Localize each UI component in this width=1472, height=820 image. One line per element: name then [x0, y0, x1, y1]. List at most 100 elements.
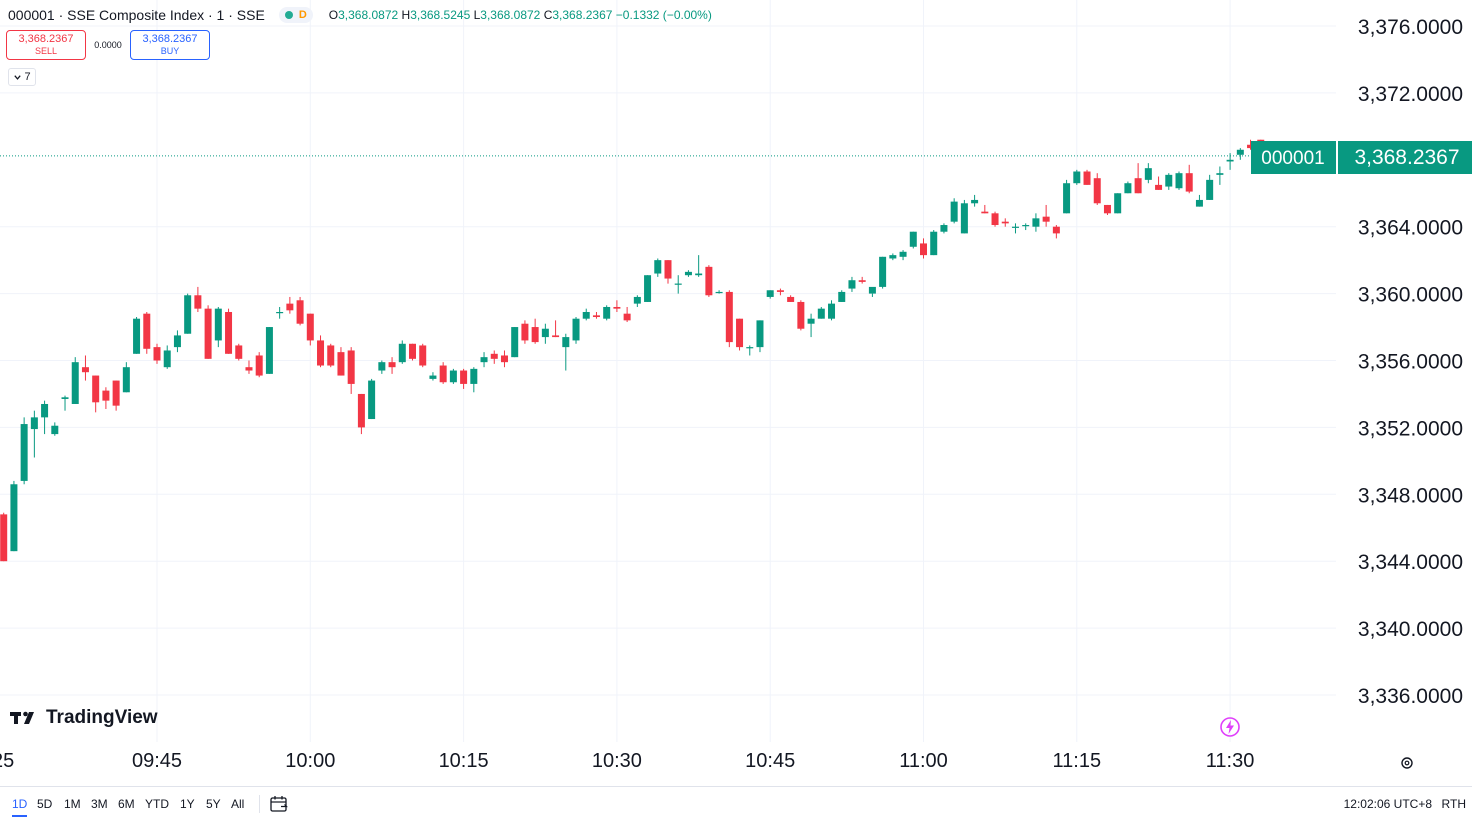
chart-grid	[0, 0, 1336, 742]
tradingview-logo[interactable]: TradingView	[10, 707, 158, 729]
candle	[368, 378, 376, 420]
symbol-title[interactable]: 000001 · SSE Composite Index · 1 · SSE	[8, 7, 265, 23]
candle-body	[1052, 226, 1060, 234]
candle-body	[909, 231, 917, 247]
range-5d-button[interactable]: 5D	[37, 797, 52, 811]
time-tick-label: 11:30	[1206, 750, 1255, 772]
candle	[61, 395, 69, 411]
candle-body	[460, 370, 468, 384]
symbol-legend[interactable]: 000001 · SSE Composite Index · 1 · SSE D…	[8, 6, 712, 24]
range-1m-button[interactable]: 1M	[64, 797, 81, 811]
candle-body	[490, 353, 498, 359]
candle-body	[623, 313, 631, 321]
candle	[1073, 169, 1081, 185]
candle-body	[981, 211, 989, 214]
candle	[133, 317, 141, 354]
candle	[879, 256, 887, 289]
candle	[552, 320, 560, 338]
candle-body	[71, 362, 79, 404]
candle-body	[163, 350, 171, 368]
candle-body	[143, 313, 151, 349]
candle	[225, 308, 233, 354]
candle	[664, 260, 672, 284]
candle-body	[245, 367, 253, 371]
low-value: 3,368.0872	[480, 8, 541, 22]
candle-body	[1175, 173, 1183, 189]
price-tick-label: 3,360.0000	[1358, 284, 1463, 307]
candle	[511, 327, 519, 358]
candle-body	[920, 243, 927, 256]
candle-body	[276, 311, 284, 314]
candle-body	[1083, 171, 1091, 185]
candle-body	[296, 300, 304, 324]
price-chart[interactable]: 3,376.0000 3,372.0000 3,364.0000 3,360.0000…	[0, 0, 1472, 820]
candle	[838, 290, 846, 302]
candle-body	[879, 256, 887, 287]
range-3m-button[interactable]: 3M	[91, 797, 108, 811]
candle	[531, 318, 539, 344]
open-label: O	[328, 8, 339, 22]
price-tick-label: 3,364.0000	[1358, 217, 1463, 240]
clock-timezone[interactable]: 12:02:06 UTC+8	[1344, 797, 1432, 811]
candle-body	[112, 380, 120, 406]
candle	[1032, 213, 1040, 232]
last-price-badge: 000001 3,368.2367	[1251, 141, 1472, 174]
range-1y-button[interactable]: 1Y	[180, 797, 195, 811]
candle-body	[419, 345, 427, 366]
candle	[950, 198, 958, 224]
range-6m-button[interactable]: 6M	[118, 797, 135, 811]
candle	[81, 355, 89, 381]
candle-body	[102, 390, 110, 401]
candle	[930, 230, 938, 256]
range-ytd-button[interactable]: YTD	[145, 797, 169, 811]
candle-body	[603, 306, 611, 319]
candle-body	[572, 318, 580, 341]
time-axis[interactable]: 25 09:45 10:00 10:15 10:30 10:45 11:00 11:15 11:…	[0, 750, 1254, 772]
candle	[429, 372, 437, 381]
range-all-button[interactable]: All	[231, 797, 244, 811]
candle-body	[225, 311, 233, 354]
candle-body	[715, 291, 723, 294]
candle-body	[184, 295, 192, 334]
sell-button[interactable]: 3,368.2367 SELL	[6, 30, 86, 60]
price-axis[interactable]: 3,376.0000 3,372.0000 3,364.0000 3,360.0000…	[1358, 16, 1463, 708]
candle	[644, 275, 652, 302]
candle	[317, 335, 325, 368]
candle-body	[562, 337, 570, 348]
session-toggle[interactable]: RTH	[1442, 797, 1466, 811]
range-1d-button[interactable]: 1D	[12, 797, 28, 817]
candle	[1134, 163, 1142, 194]
candle	[603, 305, 611, 321]
candle-body	[725, 291, 733, 343]
candle-body	[991, 213, 999, 226]
candle	[1236, 148, 1244, 160]
market-status[interactable]: D	[278, 7, 313, 23]
indicators-toggle-button[interactable]: 7	[8, 68, 36, 86]
candle	[582, 308, 590, 321]
candle	[1185, 164, 1193, 194]
settings-gear-icon[interactable]	[1398, 754, 1416, 772]
price-tick-label: 3,356.0000	[1358, 351, 1463, 374]
candle	[746, 345, 754, 356]
candle	[286, 296, 294, 314]
lightning-icon[interactable]	[1219, 716, 1241, 738]
candle	[1042, 204, 1050, 227]
candle	[204, 305, 212, 359]
candle	[1206, 174, 1214, 200]
candle	[807, 313, 815, 338]
candle	[715, 290, 723, 294]
candle-body	[1093, 178, 1101, 204]
candle-body	[1124, 183, 1132, 194]
candle-body	[1114, 193, 1122, 214]
candle-body	[30, 417, 38, 430]
candle	[1001, 218, 1009, 227]
candle-body	[1206, 179, 1214, 200]
candle	[899, 250, 907, 261]
time-tick-label: 10:15	[439, 750, 489, 772]
calendar-goto-icon[interactable]	[268, 793, 290, 815]
buy-button[interactable]: 3,368.2367 BUY	[130, 30, 210, 60]
candle	[143, 311, 151, 354]
candle	[500, 350, 508, 368]
range-5y-button[interactable]: 5Y	[206, 797, 221, 811]
candle	[214, 306, 222, 348]
